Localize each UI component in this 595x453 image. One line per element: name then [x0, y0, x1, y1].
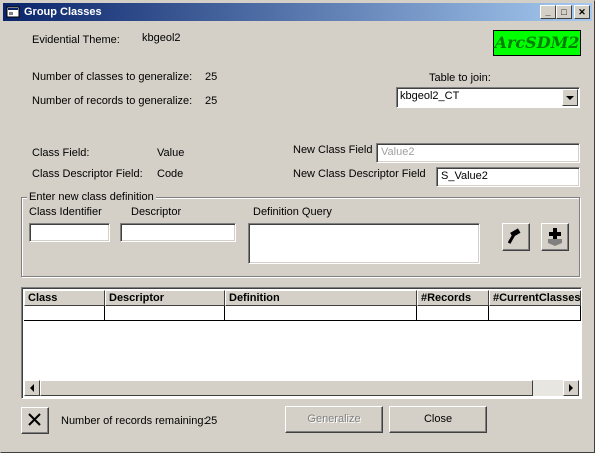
table-to-join-value: kbgeol2_CT	[400, 90, 460, 102]
definition-query-label: Definition Query	[253, 206, 332, 218]
column-header-current-classes[interactable]: #CurrentClasses	[489, 290, 581, 306]
class-field-value: Value	[157, 147, 185, 159]
new-class-descriptor-field-label: New Class Descriptor Field	[293, 168, 426, 180]
delete-x-icon	[23, 413, 47, 435]
table-cell[interactable]	[225, 306, 417, 321]
scroll-right-button[interactable]	[563, 380, 579, 396]
arcsdm-logo: ArcSDM2	[493, 30, 581, 56]
table-cell[interactable]	[489, 306, 581, 321]
build-query-button[interactable]	[502, 223, 530, 251]
table-cell[interactable]	[105, 306, 225, 321]
close-window-button[interactable]: ✕	[574, 5, 590, 19]
horizontal-scrollbar[interactable]	[24, 380, 579, 396]
column-header-definition[interactable]: Definition	[225, 290, 417, 306]
scroll-thumb[interactable]	[40, 380, 533, 396]
window-icon	[6, 5, 20, 19]
class-descriptor-field-label: Class Descriptor Field:	[32, 168, 143, 180]
group-classes-window: Group Classes _ □ ✕ Evidential Theme: kb…	[0, 0, 595, 453]
records-to-generalize-value: 25	[205, 95, 218, 107]
table-to-join-select[interactable]: kbgeol2_CT	[396, 87, 580, 108]
close-button[interactable]: Close	[389, 406, 487, 433]
new-class-field-label: New Class Field	[293, 144, 373, 156]
column-header-records[interactable]: #Records	[417, 290, 489, 306]
table-cell[interactable]	[24, 306, 105, 321]
add-plus-icon	[543, 228, 567, 251]
descriptor-input[interactable]	[120, 223, 236, 242]
records-remaining-label: Number of records remaining:	[61, 415, 207, 427]
table-to-join-label: Table to join:	[429, 72, 491, 84]
evidential-theme-value: kbgeol2	[142, 32, 181, 44]
add-class-button[interactable]	[541, 223, 569, 251]
class-field-label: Class Field:	[32, 147, 90, 159]
classes-grid[interactable]: Class Descriptor Definition #Records #Cu…	[21, 287, 582, 399]
column-header-descriptor[interactable]: Descriptor	[105, 290, 225, 306]
title-bar[interactable]: Group Classes _ □ ✕	[3, 3, 592, 21]
definition-query-input[interactable]	[248, 223, 480, 264]
minimize-button[interactable]: _	[540, 5, 556, 19]
new-class-descriptor-field-input[interactable]: S_Value2	[436, 167, 580, 187]
new-class-field-input[interactable]: Value2	[376, 143, 580, 163]
class-descriptor-field-value: Code	[157, 168, 184, 180]
classes-to-generalize-value: 25	[205, 71, 218, 83]
generalize-button[interactable]: Generalize	[285, 406, 383, 433]
records-remaining-value: 25	[205, 415, 218, 427]
records-to-generalize-label: Number of records to generalize:	[32, 95, 193, 107]
window-title: Group Classes	[24, 6, 102, 18]
descriptor-label: Descriptor	[131, 206, 182, 218]
class-identifier-label: Class Identifier	[29, 206, 102, 218]
evidential-theme-label: Evidential Theme:	[32, 34, 120, 46]
column-header-class[interactable]: Class	[24, 290, 105, 306]
chevron-down-icon[interactable]	[562, 89, 578, 106]
new-class-definition-title: Enter new class definition	[27, 191, 156, 203]
delete-class-button[interactable]	[21, 407, 49, 434]
classes-to-generalize-label: Number of classes to generalize:	[32, 71, 193, 83]
hammer-icon	[504, 228, 528, 251]
maximize-button[interactable]: □	[556, 5, 572, 19]
table-cell[interactable]	[417, 306, 489, 321]
scroll-left-button[interactable]	[24, 380, 40, 396]
class-identifier-input[interactable]	[29, 223, 110, 242]
